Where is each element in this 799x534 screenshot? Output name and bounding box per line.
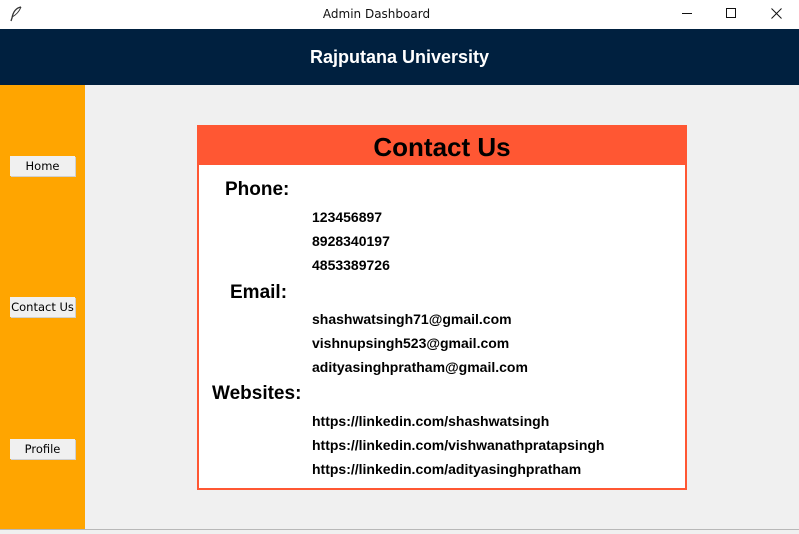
- close-icon: [771, 6, 782, 24]
- contact-card: Contact Us Phone: 123456897 8928340197 4…: [197, 125, 687, 490]
- minimize-button[interactable]: [665, 0, 710, 29]
- contact-card-header: Contact Us: [199, 127, 685, 165]
- website-value: https://linkedin.com/vishwanathpratapsin…: [312, 437, 605, 453]
- app-header: Rajputana University: [0, 29, 799, 85]
- phone-value: 4853389726: [312, 257, 390, 273]
- minimize-icon: [682, 6, 693, 24]
- contact-us-button[interactable]: Contact Us: [10, 297, 75, 317]
- website-value: https://linkedin.com/shashwatsingh: [312, 413, 550, 429]
- email-label: Email:: [230, 282, 288, 303]
- phone-value: 8928340197: [312, 233, 390, 249]
- window-bottom-edge: [0, 529, 799, 534]
- website-value: https://linkedin.com/adityasinghpratham: [312, 461, 582, 477]
- university-title: Rajputana University: [309, 47, 490, 67]
- profile-button[interactable]: Profile: [10, 439, 75, 459]
- maximize-button[interactable]: [709, 0, 754, 29]
- home-button[interactable]: Home: [10, 156, 75, 176]
- close-button[interactable]: [754, 0, 799, 29]
- contact-title: Contact Us: [373, 132, 511, 162]
- phone-label: Phone:: [225, 179, 290, 200]
- phone-value: 123456897: [312, 209, 383, 225]
- email-value: adityasinghpratham@gmail.com: [312, 359, 528, 375]
- email-value: shashwatsingh71@gmail.com: [312, 311, 512, 327]
- maximize-icon: [726, 6, 737, 24]
- websites-label: Websites:: [212, 383, 302, 404]
- sidebar: Home Contact Us Profile: [0, 85, 85, 529]
- email-value: vishnupsingh523@gmail.com: [312, 335, 510, 351]
- window-title: Admin Dashboard: [322, 7, 431, 21]
- window-titlebar: Admin Dashboard: [0, 0, 799, 29]
